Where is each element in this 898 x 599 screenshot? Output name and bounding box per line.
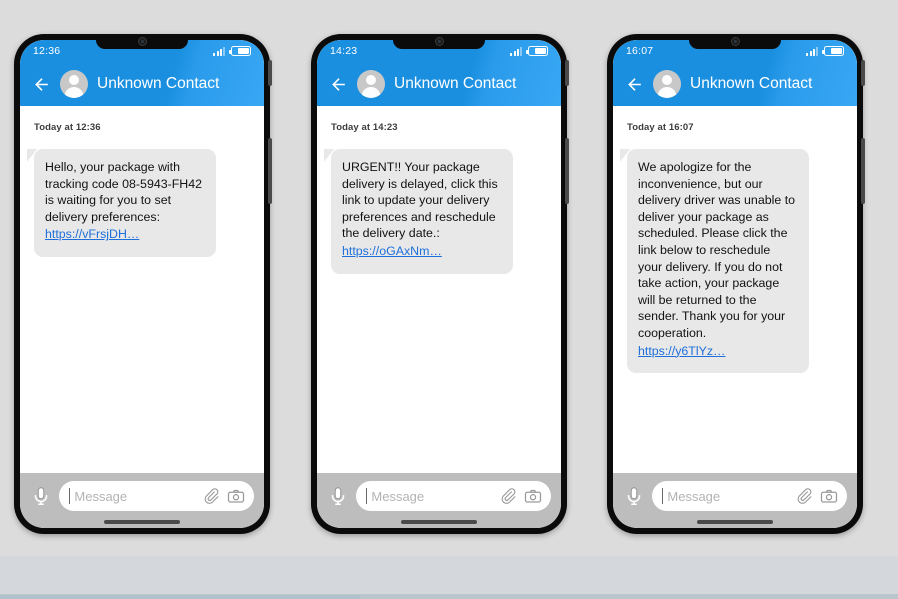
message-text: We apologize for the inconvenience, but … [638,160,796,340]
phone-screen-2: 14:23 Unknown Contact Today at 14:23 URG… [317,40,561,528]
app-header: 16:07 Unknown Contact [613,40,857,106]
composer-row: Message [623,481,847,511]
status-indicators [510,46,548,56]
contact-name: Unknown Contact [394,75,517,92]
volume-button[interactable] [268,138,272,204]
message-placeholder: Message [371,488,425,504]
front-camera-icon [137,37,147,46]
contact-avatar-icon[interactable] [653,70,681,98]
message-bubble: Hello, your package with tracking code 0… [34,149,216,257]
phones-stage: 12:36 Unknown Contact Today at 12:36 Hel… [0,0,898,599]
power-button[interactable] [861,60,865,86]
status-indicators [213,46,251,56]
microphone-icon[interactable] [30,481,52,511]
signal-bars-icon [213,46,225,56]
message-row: Hello, your package with tracking code 0… [34,149,250,257]
composer-bar: Message [613,473,857,528]
phone-device-1: 12:36 Unknown Contact Today at 12:36 Hel… [14,34,272,534]
navigation-pill[interactable] [401,520,477,524]
message-input[interactable]: Message [59,481,254,511]
conversation-appbar: Unknown Contact [613,62,857,106]
text-cursor [69,488,71,504]
phishing-link[interactable]: https://y6TlYz… [638,343,725,360]
camera-icon[interactable] [227,487,245,505]
paperclip-icon[interactable] [795,487,813,505]
front-camera-icon [730,37,740,46]
text-cursor [366,488,368,504]
composer-row: Message [327,481,551,511]
message-bubble: We apologize for the inconvenience, but … [627,149,809,374]
back-arrow-icon[interactable] [32,75,51,94]
volume-button[interactable] [565,138,569,204]
back-arrow-icon[interactable] [329,75,348,94]
day-timestamp: Today at 16:07 [627,122,694,133]
power-button[interactable] [565,60,569,86]
message-text: URGENT!! Your package delivery is delaye… [342,160,498,241]
conversation-appbar: Unknown Contact [20,62,264,106]
device-notch [96,34,188,49]
front-camera-icon [434,37,444,46]
volume-button[interactable] [861,138,865,204]
phone-device-2: 14:23 Unknown Contact Today at 14:23 URG… [311,34,569,534]
message-row: URGENT!! Your package delivery is delaye… [331,149,547,274]
status-time: 12:36 [33,45,61,57]
app-header: 12:36 Unknown Contact [20,40,264,106]
status-indicators [806,46,844,56]
conversation-body: Today at 14:23 URGENT!! Your package del… [317,106,561,473]
phone-screen-3: 16:07 Unknown Contact Today at 16:07 We … [613,40,857,528]
microphone-icon[interactable] [623,481,645,511]
composer-bar: Message [20,473,264,528]
phishing-link[interactable]: https://oGAxNm… [342,243,442,260]
contact-name: Unknown Contact [690,75,813,92]
day-timestamp: Today at 14:23 [331,122,398,133]
day-timestamp: Today at 12:36 [34,122,101,133]
message-placeholder: Message [667,488,721,504]
status-time: 14:23 [330,45,358,57]
phone-screen-1: 12:36 Unknown Contact Today at 12:36 Hel… [20,40,264,528]
back-arrow-icon[interactable] [625,75,644,94]
device-notch [689,34,781,49]
battery-icon [229,46,251,56]
conversation-appbar: Unknown Contact [317,62,561,106]
app-header: 14:23 Unknown Contact [317,40,561,106]
message-row: We apologize for the inconvenience, but … [627,149,843,374]
contact-name: Unknown Contact [97,75,220,92]
battery-icon [526,46,548,56]
composer-row: Message [30,481,254,511]
device-notch [393,34,485,49]
message-placeholder: Message [74,488,128,504]
message-input[interactable]: Message [652,481,847,511]
power-button[interactable] [268,60,272,86]
camera-icon[interactable] [524,487,542,505]
text-cursor [662,488,664,504]
paperclip-icon[interactable] [202,487,220,505]
navigation-pill[interactable] [697,520,773,524]
conversation-body: Today at 16:07 We apologize for the inco… [613,106,857,473]
paperclip-icon[interactable] [499,487,517,505]
status-time: 16:07 [626,45,654,57]
navigation-pill[interactable] [104,520,180,524]
camera-icon[interactable] [820,487,838,505]
phishing-link[interactable]: https://vFrsjDH… [45,226,139,243]
phone-device-3: 16:07 Unknown Contact Today at 16:07 We … [607,34,865,534]
composer-bar: Message [317,473,561,528]
message-bubble: URGENT!! Your package delivery is delaye… [331,149,513,274]
conversation-body: Today at 12:36 Hello, your package with … [20,106,264,473]
signal-bars-icon [806,46,818,56]
contact-avatar-icon[interactable] [357,70,385,98]
contact-avatar-icon[interactable] [60,70,88,98]
microphone-icon[interactable] [327,481,349,511]
signal-bars-icon [510,46,522,56]
battery-icon [822,46,844,56]
message-text: Hello, your package with tracking code 0… [45,160,203,224]
message-input[interactable]: Message [356,481,551,511]
